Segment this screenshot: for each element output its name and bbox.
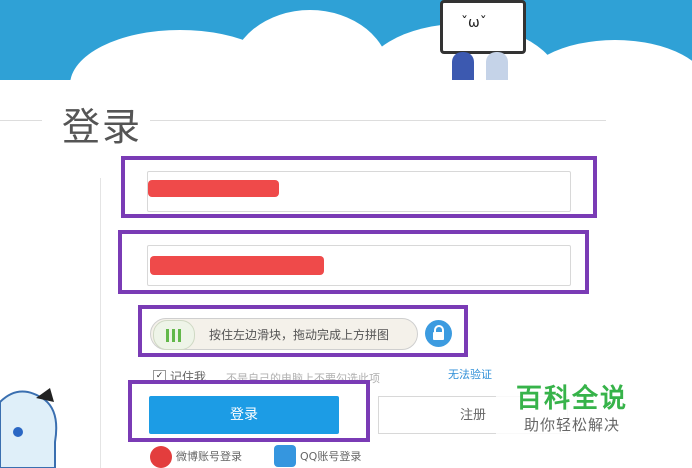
page-title: 登录 xyxy=(62,105,143,149)
weibo-icon[interactable] xyxy=(150,446,172,468)
mascot-girl-icon xyxy=(452,52,474,80)
header-banner: ˇωˇ xyxy=(0,0,692,80)
form-divider xyxy=(100,178,101,468)
tv-mascot-icon: ˇωˇ xyxy=(440,0,526,54)
highlight-box xyxy=(121,156,597,218)
watermark-subtitle: 助你轻松解决 xyxy=(524,416,621,434)
cant-verify-link[interactable]: 无法验证 xyxy=(448,366,492,382)
highlight-box xyxy=(138,305,468,357)
watermark-title: 百科全说 xyxy=(516,384,629,414)
mascot-girl-icon xyxy=(0,388,58,468)
qq-login-link[interactable]: QQ账号登录 xyxy=(300,448,361,464)
cloud-shape xyxy=(520,40,692,80)
mascot-girl-icon xyxy=(486,52,508,80)
highlight-box xyxy=(128,380,370,442)
highlight-box xyxy=(118,230,589,294)
weibo-login-link[interactable]: 微博账号登录 xyxy=(176,448,242,464)
qq-icon[interactable] xyxy=(274,445,296,467)
title-divider xyxy=(150,120,606,121)
title-divider xyxy=(0,120,42,121)
